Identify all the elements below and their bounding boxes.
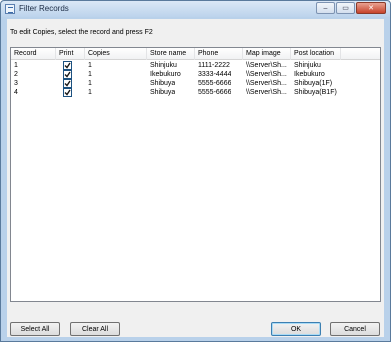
clear-all-button[interactable]: Clear All bbox=[70, 322, 120, 336]
checkmark-icon bbox=[64, 62, 71, 69]
copies-cell: 1 bbox=[88, 89, 92, 96]
cancel-button[interactable]: Cancel bbox=[330, 322, 380, 336]
copies-cell: 1 bbox=[88, 80, 92, 87]
checkmark-icon bbox=[64, 71, 71, 78]
table-row[interactable]: 4 1 Shibuya 5555-6666 \\Server\Sh... Shi… bbox=[11, 88, 380, 97]
column-header-copies[interactable]: Copies bbox=[85, 48, 147, 60]
column-header-store-name[interactable]: Store name bbox=[147, 48, 195, 60]
column-header-print[interactable]: Print bbox=[56, 48, 85, 60]
records-list[interactable]: Record Print Copies Store name Phone Map… bbox=[10, 47, 381, 302]
post-location-cell: Shinjuku bbox=[294, 62, 321, 69]
instruction-text: To edit Copies, select the record and pr… bbox=[10, 29, 153, 36]
phone-cell: 5555-6666 bbox=[198, 80, 232, 87]
print-checkbox[interactable] bbox=[63, 70, 72, 79]
print-checkbox[interactable] bbox=[63, 61, 72, 70]
post-location-cell: Shibuya(B1F) bbox=[294, 89, 337, 96]
table-row[interactable]: 2 1 Ikebukuro 3333-4444 \\Server\Sh... I… bbox=[11, 70, 380, 79]
column-header-post-location[interactable]: Post location bbox=[291, 48, 341, 60]
post-location-cell: Ikebukuro bbox=[294, 71, 325, 78]
record-cell: 3 bbox=[14, 80, 18, 87]
minimize-button[interactable]: – bbox=[316, 2, 335, 14]
window-title: Filter Records bbox=[19, 4, 69, 13]
post-location-cell: Shibuya(1F) bbox=[294, 80, 333, 87]
record-cell: 1 bbox=[14, 62, 18, 69]
copies-cell: 1 bbox=[88, 71, 92, 78]
maximize-icon: ▭ bbox=[342, 4, 349, 12]
select-all-button[interactable]: Select All bbox=[10, 322, 60, 336]
close-button[interactable]: ✕ bbox=[356, 2, 386, 14]
phone-cell: 5555-6666 bbox=[198, 89, 232, 96]
record-cell: 4 bbox=[14, 89, 18, 96]
minimize-icon: – bbox=[323, 4, 328, 12]
store-name-cell: Shinjuku bbox=[150, 62, 177, 69]
print-checkbox[interactable] bbox=[63, 88, 72, 97]
close-icon: ✕ bbox=[368, 4, 374, 12]
checkmark-icon bbox=[64, 80, 71, 87]
ok-button[interactable]: OK bbox=[271, 322, 321, 336]
table-row[interactable]: 3 1 Shibuya 5555-6666 \\Server\Sh... Shi… bbox=[11, 79, 380, 88]
maximize-button[interactable]: ▭ bbox=[336, 2, 355, 14]
copies-cell: 1 bbox=[88, 62, 92, 69]
map-image-cell: \\Server\Sh... bbox=[246, 89, 287, 96]
store-name-cell: Ikebukuro bbox=[150, 71, 181, 78]
phone-cell: 1111-2222 bbox=[198, 62, 230, 69]
filter-records-window: Filter Records – ▭ ✕ To edit Copies, sel… bbox=[0, 0, 391, 342]
column-header-record[interactable]: Record bbox=[11, 48, 56, 60]
map-image-cell: \\Server\Sh... bbox=[246, 62, 287, 69]
dialog-body: To edit Copies, select the record and pr… bbox=[7, 19, 384, 337]
store-name-cell: Shibuya bbox=[150, 89, 176, 96]
app-icon bbox=[5, 4, 15, 14]
column-header-map-image[interactable]: Map image bbox=[243, 48, 291, 60]
map-image-cell: \\Server\Sh... bbox=[246, 80, 287, 87]
checkmark-icon bbox=[64, 89, 71, 96]
map-image-cell: \\Server\Sh... bbox=[246, 71, 287, 78]
column-header-phone[interactable]: Phone bbox=[195, 48, 243, 60]
list-header: Record Print Copies Store name Phone Map… bbox=[11, 48, 380, 60]
store-name-cell: Shibuya bbox=[150, 80, 176, 87]
table-row[interactable]: 1 1 Shinjuku 1111-2222 \\Server\Sh... Sh… bbox=[11, 61, 380, 70]
phone-cell: 3333-4444 bbox=[198, 71, 232, 78]
title-bar[interactable]: Filter Records – ▭ ✕ bbox=[1, 1, 390, 17]
record-cell: 2 bbox=[14, 71, 18, 78]
window-controls: – ▭ ✕ bbox=[316, 2, 386, 14]
print-checkbox[interactable] bbox=[63, 79, 72, 88]
